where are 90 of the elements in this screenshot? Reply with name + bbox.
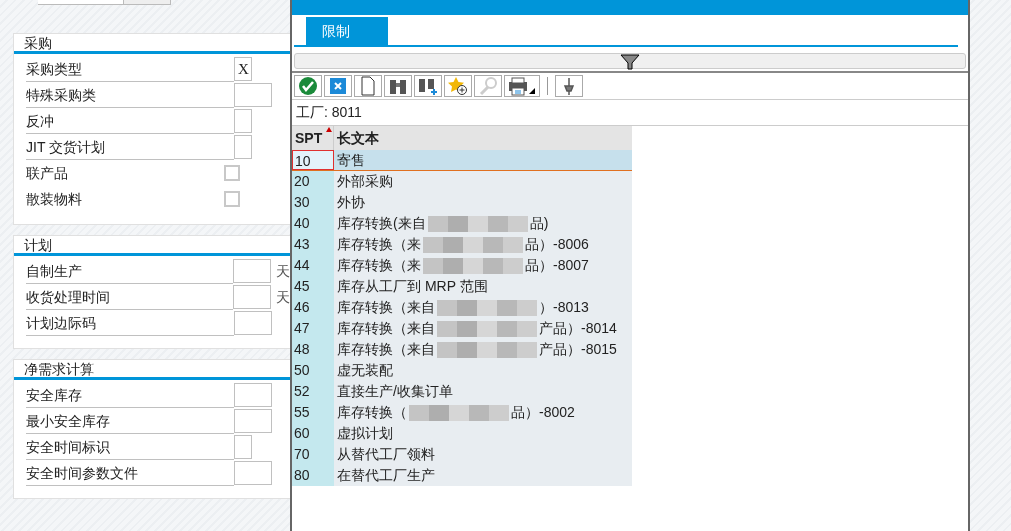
table-cell: 60 [292,423,334,444]
table-cell-text: 库存转换（来 品）-8006 [336,235,590,255]
input-field[interactable] [234,109,252,133]
field-label: 特殊采购类 [26,82,234,108]
table-cell: 70 [292,444,334,465]
table-row[interactable]: 50 虚无装配 [292,360,632,381]
table-cell-text: 库存转换（ 品）-8002 [336,403,576,423]
binoculars-plus-icon[interactable] [417,76,439,96]
field-label: 采购类型 [26,56,234,82]
table-row[interactable]: 45 库存从工厂到 MRP 范围 [292,276,632,297]
sort-icon [326,127,332,132]
table-cell: 55 [292,402,334,423]
filter-icon[interactable] [620,54,640,70]
table-cell-text: 直接生产/收集订单 [336,382,454,401]
input-field[interactable] [234,135,252,159]
table-row[interactable]: 80 在替代工厂生产 [292,465,632,486]
checkbox[interactable] [224,191,240,207]
input-field[interactable] [234,383,272,407]
input-field[interactable] [234,435,252,459]
table-cell: 43 [292,234,334,255]
table-cell: 20 [292,171,334,192]
field-label: 自制生产 [26,258,234,284]
table-cell-text: 从替代工厂领料 [336,445,436,464]
table-row[interactable]: 70 从替代工厂领料 [292,444,632,465]
table-row[interactable]: 43 库存转换（来 品）-8006 [292,234,632,255]
table-cell: 52 [292,381,334,402]
table-cell: 10 [292,150,334,170]
table-row[interactable]: 20 外部采购 [292,171,632,192]
table-row[interactable]: 52 直接生产/收集订单 [292,381,632,402]
table-cell-text: 寄售 [336,151,366,170]
table-row[interactable]: 47 库存转换（来自 产品）-8014 [292,318,632,339]
table-row[interactable]: 46 库存转换（来自 ）-8013 [292,297,632,318]
table-cell: 46 [292,297,334,318]
star-add-icon[interactable] [447,76,469,96]
field-label: 散装物料 [26,189,83,209]
input-field[interactable] [234,311,272,335]
input-field[interactable] [233,285,271,309]
unit-label: 天 [276,287,290,307]
table-cell: 48 [292,339,334,360]
table-cell: 45 [292,276,334,297]
field-label: 联产品 [26,163,69,183]
table-row[interactable]: 44 库存转换（来 品）-8007 [292,255,632,276]
column-header[interactable]: 长文本 [334,126,632,150]
printer-icon[interactable] [507,76,537,96]
table-cell-text: 虚拟计划 [336,424,394,443]
table-cell-text: 库存转换（来自 ）-8013 [336,298,590,318]
field-label: 反冲 [26,108,234,134]
table-cell-text: 库存从工厂到 MRP 范围 [336,277,489,296]
table-cell-text: 虚无装配 [336,361,394,380]
field-label: 收货处理时间 [26,284,234,310]
table-row[interactable]: 40 库存转换(来自 品) [292,213,632,234]
table-cell: 40 [292,213,334,234]
field-label: 安全库存 [26,382,234,408]
input-field[interactable] [233,259,271,283]
section-title: 采购 [14,34,290,54]
table-cell-text: 在替代工厂生产 [336,466,436,485]
field-label: JIT 交货计划 [26,134,234,160]
table-cell-text: 外协 [336,193,366,212]
table-row[interactable]: 10 寄售 [292,150,632,171]
checkbox[interactable] [224,165,240,181]
section-title: 计划 [14,236,290,256]
unit-label: 天 [276,261,290,281]
table-cell: 50 [292,360,334,381]
table-cell: 30 [292,192,334,213]
field-label: 安全时间参数文件 [26,460,234,486]
table-cell-text: 库存转换（来自 产品）-8015 [336,340,618,360]
input-field[interactable] [234,461,272,485]
input-field[interactable] [38,0,123,5]
table-row[interactable]: 60 虚拟计划 [292,423,632,444]
input-field[interactable]: X [234,57,252,81]
table-cell: 47 [292,318,334,339]
field-label: 计划边际码 [26,310,234,336]
plant-label: 工厂: 8011 [296,103,362,122]
table-cell-text: 库存转换（来自 产品）-8014 [336,319,618,339]
table-cell: 80 [292,465,334,486]
input-field[interactable] [123,0,171,5]
table-row[interactable]: 55 库存转换（ 品）-8002 [292,402,632,423]
field-label: 安全时间标识 [26,434,234,460]
input-field[interactable] [234,83,272,107]
check-icon[interactable] [297,76,319,96]
table-row[interactable]: 48 库存转换（来自 产品）-8015 [292,339,632,360]
section-title: 净需求计算 [14,360,290,380]
table-cell: 44 [292,255,334,276]
input-field[interactable] [234,409,272,433]
table-cell-text: 库存转换（来 品）-8007 [336,256,590,276]
field-label: 最小安全库存 [26,408,234,434]
table-row[interactable]: 30 外协 [292,192,632,213]
close-icon[interactable] [327,76,349,96]
table-cell-text: 库存转换(来自 品) [336,214,550,234]
table-cell-text: 外部采购 [336,172,394,191]
